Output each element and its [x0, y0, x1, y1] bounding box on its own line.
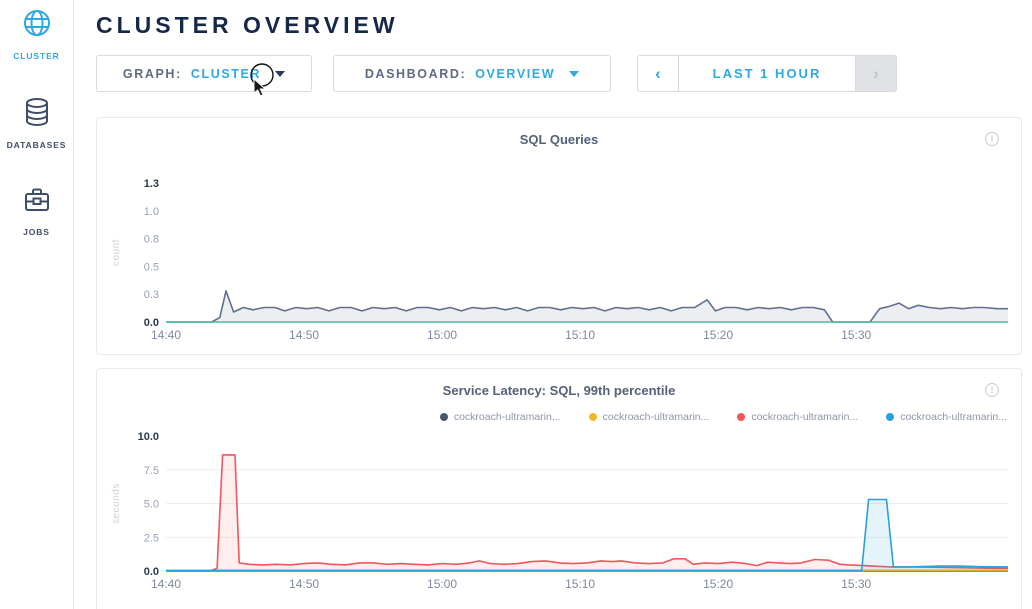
chart-title: SQL Queries	[520, 132, 599, 147]
svg-text:10.0: 10.0	[138, 431, 159, 443]
svg-text:1.0: 1.0	[144, 206, 159, 218]
svg-text:15:10: 15:10	[565, 577, 595, 591]
cluster-overview-page: CLUSTER DATABASES	[0, 0, 1032, 609]
chart-legend: cockroach-ultramarin... cockroach-ultrama…	[97, 409, 1021, 424]
sidebar: CLUSTER DATABASES	[0, 0, 74, 609]
svg-text:1.3: 1.3	[144, 178, 159, 190]
svg-text:0.5: 0.5	[144, 261, 159, 273]
svg-text:14:50: 14:50	[289, 577, 319, 591]
chart-title: Service Latency: SQL, 99th percentile	[443, 383, 676, 398]
legend-dot-icon	[737, 413, 745, 421]
legend-item[interactable]: cockroach-ultramarin...	[440, 411, 561, 423]
chevron-down-icon	[569, 71, 579, 77]
legend-label: cockroach-ultramarin...	[603, 411, 710, 423]
svg-text:15:30: 15:30	[841, 577, 871, 591]
service-latency-card: Service Latency: SQL, 99th percentile ! …	[96, 368, 1022, 609]
chart-title-row: Service Latency: SQL, 99th percentile !	[97, 369, 1021, 409]
svg-text:0.8: 0.8	[144, 234, 159, 246]
briefcase-icon	[23, 186, 51, 219]
svg-text:14:50: 14:50	[289, 328, 319, 342]
graph-dropdown-value: CLUSTER	[191, 67, 261, 81]
svg-text:seconds: seconds	[111, 483, 122, 524]
sidebar-item-jobs[interactable]: JOBS	[0, 186, 73, 237]
sidebar-item-cluster[interactable]: CLUSTER	[0, 8, 73, 61]
service-latency-chart[interactable]: 0.02.55.07.510.014:4014:5015:0015:1015:2…	[97, 424, 1021, 607]
svg-text:15:20: 15:20	[703, 328, 733, 342]
time-range-label[interactable]: LAST 1 HOUR	[678, 56, 856, 91]
svg-text:7.5: 7.5	[144, 465, 159, 477]
page-title: CLUSTER OVERVIEW	[96, 12, 1032, 39]
database-icon	[23, 97, 51, 132]
legend-label: cockroach-ultramarin...	[900, 411, 1007, 423]
legend-dot-icon	[886, 413, 894, 421]
svg-text:0.3: 0.3	[144, 289, 159, 301]
legend-label: cockroach-ultramarin...	[454, 411, 561, 423]
svg-text:count: count	[111, 239, 122, 266]
dashboard-dropdown-label: DASHBOARD:	[365, 67, 466, 81]
sql-queries-card: SQL Queries ! 0.00.30.50.81.01.314:4014:…	[96, 117, 1022, 355]
svg-text:2.5: 2.5	[144, 532, 159, 544]
dashboard-dropdown[interactable]: DASHBOARD: OVERVIEW	[333, 55, 611, 92]
dashboard-dropdown-value: OVERVIEW	[475, 67, 555, 81]
graph-dropdown-label: GRAPH:	[123, 67, 182, 81]
sidebar-item-label: DATABASES	[7, 140, 67, 150]
sql-queries-chart[interactable]: 0.00.30.50.81.01.314:4014:5015:0015:1015…	[97, 158, 1021, 356]
svg-text:14:40: 14:40	[151, 328, 181, 342]
svg-text:5.0: 5.0	[144, 499, 159, 511]
svg-text:15:20: 15:20	[703, 577, 733, 591]
main-content: CLUSTER OVERVIEW GRAPH: CLUSTER DASHBOAR…	[74, 0, 1032, 609]
chart-title-row: SQL Queries !	[97, 118, 1021, 158]
legend-label: cockroach-ultramarin...	[751, 411, 858, 423]
svg-text:15:30: 15:30	[841, 328, 871, 342]
sidebar-item-label: CLUSTER	[13, 51, 59, 61]
legend-dot-icon	[440, 413, 448, 421]
chevron-down-icon	[275, 71, 285, 77]
legend-item[interactable]: cockroach-ultramarin...	[737, 411, 858, 423]
time-prev-button[interactable]: ‹	[638, 56, 678, 91]
sidebar-item-label: JOBS	[23, 227, 50, 237]
controls-row: GRAPH: CLUSTER DASHBOARD: OVERVIEW ‹ LAS…	[96, 55, 1032, 92]
time-next-button[interactable]: ›	[856, 56, 896, 91]
legend-item[interactable]: cockroach-ultramarin...	[886, 411, 1007, 423]
legend-dot-icon	[589, 413, 597, 421]
legend-item[interactable]: cockroach-ultramarin...	[589, 411, 710, 423]
svg-text:15:10: 15:10	[565, 328, 595, 342]
globe-icon	[22, 8, 52, 43]
svg-text:15:00: 15:00	[427, 328, 457, 342]
svg-text:14:40: 14:40	[151, 577, 181, 591]
sidebar-item-databases[interactable]: DATABASES	[0, 97, 73, 150]
graph-dropdown[interactable]: GRAPH: CLUSTER	[96, 55, 312, 92]
time-range-selector: ‹ LAST 1 HOUR ›	[637, 55, 897, 92]
info-icon[interactable]: !	[985, 383, 999, 397]
svg-text:15:00: 15:00	[427, 577, 457, 591]
info-icon[interactable]: !	[985, 132, 999, 146]
